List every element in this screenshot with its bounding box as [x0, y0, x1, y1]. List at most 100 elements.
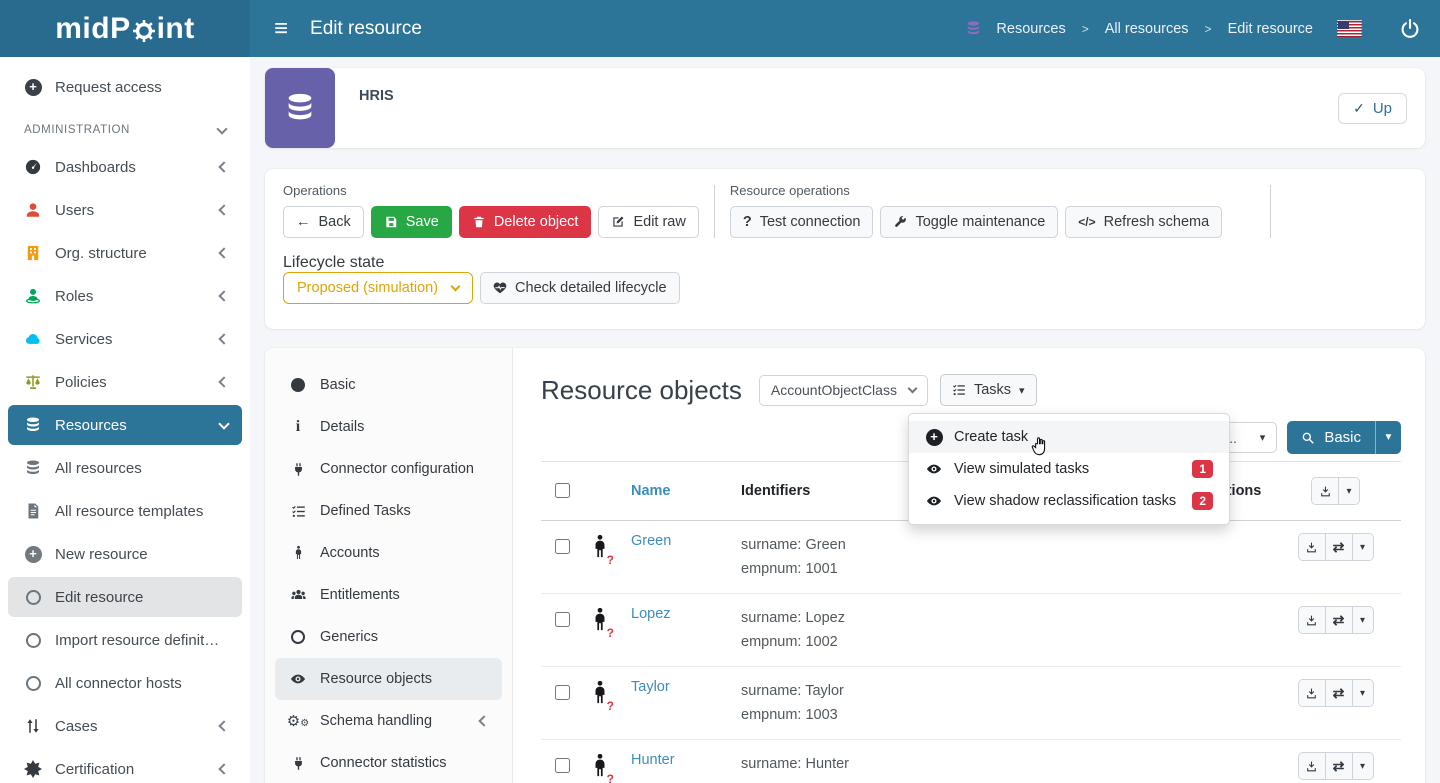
resource-status-up-button[interactable]: ✓ Up: [1338, 93, 1407, 124]
table-row-taylor: ? Taylor surname: Taylorempnum: 1003 ⇄ ▾: [541, 667, 1401, 740]
resource-name: HRIS: [335, 68, 394, 148]
check-icon: ✓: [1353, 100, 1365, 117]
menu-item-create-task[interactable]: + Create task: [909, 421, 1229, 453]
download-icon[interactable]: [1299, 753, 1326, 779]
row-checkbox[interactable]: [555, 539, 570, 554]
breadcrumb-edit-resource[interactable]: Edit resource: [1228, 21, 1313, 37]
caret-down-icon: ▾: [1260, 431, 1266, 444]
breadcrumb-all-resources[interactable]: All resources: [1105, 21, 1189, 37]
object-name-link[interactable]: Green: [631, 533, 671, 549]
column-header-name[interactable]: Name: [627, 462, 737, 521]
sidebar-item-request-access[interactable]: + Request access: [8, 67, 242, 107]
refresh-schema-button[interactable]: </>Refresh schema: [1065, 206, 1222, 238]
tab-connector-configuration[interactable]: Connector configuration: [275, 448, 502, 490]
exchange-icon[interactable]: ⇄: [1326, 607, 1353, 633]
balance-scale-icon: [24, 373, 42, 391]
toggle-maintenance-button[interactable]: Toggle maintenance: [880, 206, 1058, 238]
arrow-left-icon: ←: [296, 214, 311, 230]
object-name-link[interactable]: Lopez: [631, 606, 671, 622]
lifecycle-state-select[interactable]: Proposed (simulation): [283, 272, 473, 304]
row-checkbox[interactable]: [555, 612, 570, 627]
tab-resource-objects[interactable]: Resource objects: [275, 658, 502, 700]
sidebar-item-policies[interactable]: Policies: [8, 362, 242, 402]
test-connection-button[interactable]: ?Test connection: [730, 206, 874, 238]
menu-item-view-shadow-reclassification-tasks[interactable]: View shadow reclassification tasks 2: [909, 485, 1229, 517]
download-icon[interactable]: [1312, 478, 1339, 504]
select-all-checkbox[interactable]: [555, 483, 570, 498]
edit-raw-button[interactable]: Edit raw: [598, 206, 698, 238]
tasks-dropdown-menu: + Create task View simulated tasks 1 Vie…: [908, 413, 1230, 525]
divider: [714, 185, 715, 238]
unknown-situation-icon: ?: [607, 626, 614, 640]
caret-down-icon[interactable]: ▾: [1339, 478, 1359, 504]
circle-outline-icon: [24, 674, 42, 692]
sidebar-section-administration[interactable]: ADMINISTRATION: [8, 113, 242, 147]
table-row-lopez: ? Lopez surname: Lopezempnum: 1002 ⇄ ▾: [541, 594, 1401, 667]
tasks-dropdown-button[interactable]: Tasks ▾: [940, 374, 1037, 406]
tab-basic[interactable]: Basic: [275, 364, 502, 406]
object-class-select[interactable]: AccountObjectClass: [759, 375, 928, 406]
shadow-person-icon: ?: [589, 768, 611, 783]
download-icon[interactable]: [1299, 607, 1326, 633]
sidebar-item-edit-resource[interactable]: Edit resource: [8, 577, 242, 617]
chevron-left-icon: [218, 333, 229, 344]
sidebar-item-certification[interactable]: Certification: [8, 749, 242, 783]
logout-power-icon[interactable]: [1398, 17, 1422, 41]
sidebar-item-all-connector-hosts[interactable]: All connector hosts: [8, 663, 242, 703]
download-icon[interactable]: [1299, 680, 1326, 706]
sidebar-item-services[interactable]: Services: [8, 319, 242, 359]
search-basic-button[interactable]: Basic: [1287, 421, 1375, 454]
chevron-left-icon: [218, 290, 229, 301]
sidebar-item-cases[interactable]: Cases: [8, 706, 242, 746]
row-checkbox[interactable]: [555, 758, 570, 773]
sidebar-item-all-resources[interactable]: All resources: [8, 448, 242, 488]
shadow-person-icon: ?: [589, 622, 611, 638]
caret-down-icon[interactable]: ▾: [1353, 753, 1373, 779]
sidebar-item-org-structure[interactable]: Org. structure: [8, 233, 242, 273]
row-checkbox[interactable]: [555, 685, 570, 700]
object-name-link[interactable]: Hunter: [631, 752, 675, 768]
breadcrumb-resources[interactable]: Resources: [996, 21, 1065, 37]
sidebar-item-resources[interactable]: Resources: [8, 405, 242, 445]
sidebar-item-dashboards[interactable]: Dashboards: [8, 147, 242, 187]
menu-item-view-simulated-tasks[interactable]: View simulated tasks 1: [909, 453, 1229, 485]
delete-object-button[interactable]: Delete object: [459, 206, 592, 238]
sidebar-item-import-resource-definition[interactable]: Import resource definit…: [8, 620, 242, 660]
row-actions-group: ⇄ ▾: [1298, 533, 1374, 561]
tab-connector-statistics[interactable]: Connector statistics: [275, 742, 502, 783]
brand-logo[interactable]: midPint: [0, 0, 250, 57]
search-mode-caret[interactable]: ▼: [1375, 421, 1401, 454]
locale-flag-us[interactable]: [1337, 20, 1362, 37]
save-button[interactable]: Save: [371, 206, 452, 238]
sidebar-item-roles[interactable]: Roles: [8, 276, 242, 316]
exchange-icon[interactable]: ⇄: [1326, 680, 1353, 706]
exchange-icon[interactable]: ⇄: [1326, 534, 1353, 560]
resource-details-card: Basic iDetails Connector configuration D…: [265, 348, 1425, 783]
resource-objects-panel: Resource objects AccountObjectClass Task…: [513, 348, 1425, 783]
breadcrumb: Resources > All resources > Edit resourc…: [965, 17, 1440, 41]
tab-schema-handling[interactable]: ⚙⚙Schema handling: [275, 700, 502, 742]
tab-entitlements[interactable]: Entitlements: [275, 574, 502, 616]
edit-icon: [611, 215, 625, 229]
download-icon[interactable]: [1299, 534, 1326, 560]
object-name-link[interactable]: Taylor: [631, 679, 670, 695]
tab-accounts[interactable]: Accounts: [275, 532, 502, 574]
back-button[interactable]: ←Back: [283, 206, 364, 238]
sidebar-item-all-resource-templates[interactable]: All resource templates: [8, 491, 242, 531]
sidebar-item-new-resource[interactable]: + New resource: [8, 534, 242, 574]
reclassification-tasks-count-badge: 2: [1192, 492, 1213, 510]
tab-defined-tasks[interactable]: Defined Tasks: [275, 490, 502, 532]
check-detailed-lifecycle-button[interactable]: Check detailed lifecycle: [480, 272, 680, 304]
sidebar-toggle-icon[interactable]: ≡: [274, 17, 288, 41]
exchange-icon[interactable]: ⇄: [1326, 753, 1353, 779]
sidebar-item-users[interactable]: Users: [8, 190, 242, 230]
plug-icon: [289, 460, 307, 478]
tab-generics[interactable]: Generics: [275, 616, 502, 658]
gears-icon: ⚙⚙: [289, 712, 307, 730]
caret-down-icon[interactable]: ▾: [1353, 680, 1373, 706]
tab-details[interactable]: iDetails: [275, 406, 502, 448]
building-icon: [24, 244, 42, 262]
caret-down-icon[interactable]: ▾: [1353, 534, 1373, 560]
circle-outline-icon: [24, 631, 42, 649]
caret-down-icon[interactable]: ▾: [1353, 607, 1373, 633]
